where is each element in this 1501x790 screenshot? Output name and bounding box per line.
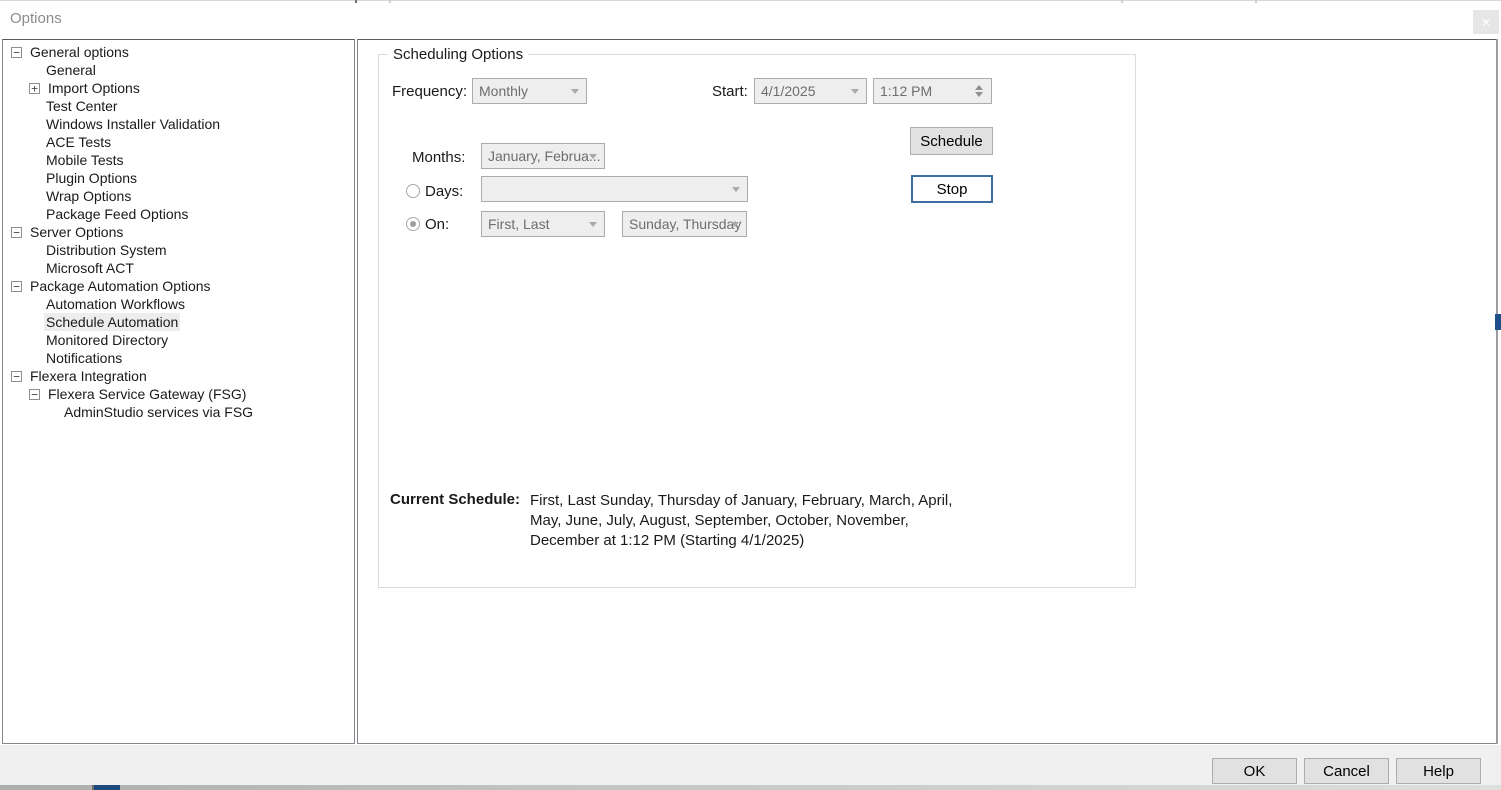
dialog-title: Options xyxy=(10,10,62,27)
current-schedule-line: May, June, July, August, September, Octo… xyxy=(530,511,952,531)
tree-item-ace-tests[interactable]: ACE Tests xyxy=(3,133,354,151)
start-time-spinner[interactable]: 1:12 PM xyxy=(873,78,992,104)
cancel-button[interactable]: Cancel xyxy=(1304,758,1389,784)
spinner-up-icon[interactable] xyxy=(975,85,983,90)
background-window-tick xyxy=(1121,0,1123,3)
start-label: Start: xyxy=(712,83,748,100)
frequency-label: Frequency: xyxy=(392,83,467,100)
schedule-button[interactable]: Schedule xyxy=(910,127,993,155)
months-dropdown[interactable]: January, Februa... xyxy=(481,143,605,169)
on-weekday-value: Sunday, Thursday xyxy=(629,216,741,232)
tree-item-adminstudio-services-via-fsg[interactable]: AdminStudio services via FSG xyxy=(3,403,354,421)
tree-item-mobile-tests[interactable]: Mobile Tests xyxy=(3,151,354,169)
collapse-icon[interactable]: − xyxy=(11,371,22,382)
months-label: Months: xyxy=(412,149,465,166)
options-tree: −General options General +Import Options… xyxy=(3,40,354,421)
close-icon[interactable]: × xyxy=(1473,10,1499,34)
chevron-down-icon xyxy=(732,187,740,192)
dialog-footer: OK Cancel Help xyxy=(0,745,1501,785)
tree-item-windows-installer-validation[interactable]: Windows Installer Validation xyxy=(3,115,354,133)
current-schedule-line: First, Last Sunday, Thursday of January,… xyxy=(530,491,952,511)
tree-item-wrap-options[interactable]: Wrap Options xyxy=(3,187,354,205)
tree-item-package-automation-options[interactable]: −Package Automation Options xyxy=(3,277,354,295)
on-label: On: xyxy=(425,216,449,233)
chevron-down-icon xyxy=(571,89,579,94)
frequency-value: Monthly xyxy=(479,83,528,99)
background-window-tick xyxy=(1255,0,1257,3)
current-schedule-label: Current Schedule: xyxy=(390,491,520,508)
stop-button[interactable]: Stop xyxy=(911,175,993,203)
collapse-icon[interactable]: − xyxy=(11,227,22,238)
chevron-down-icon xyxy=(851,89,859,94)
background-scrollbar-edge xyxy=(1496,39,1498,744)
tree-item-monitored-directory[interactable]: Monitored Directory xyxy=(3,331,354,349)
tree-item-flexera-service-gateway[interactable]: −Flexera Service Gateway (FSG) xyxy=(3,385,354,403)
on-radio[interactable] xyxy=(406,217,420,231)
days-radio[interactable] xyxy=(406,184,420,198)
scheduling-options-groupbox: Scheduling Options Frequency: Monthly St… xyxy=(378,54,1136,588)
tree-item-server-options[interactable]: −Server Options xyxy=(3,223,354,241)
months-value: January, Februa... xyxy=(488,148,601,164)
tree-item-plugin-options[interactable]: Plugin Options xyxy=(3,169,354,187)
collapse-icon[interactable]: − xyxy=(11,47,22,58)
frequency-dropdown[interactable]: Monthly xyxy=(472,78,587,104)
tree-item-test-center[interactable]: Test Center xyxy=(3,97,354,115)
on-week-value: First, Last xyxy=(488,216,549,232)
background-window-edge xyxy=(0,0,1501,1)
taskbar-accent-mark xyxy=(92,785,120,790)
collapse-icon[interactable]: − xyxy=(29,389,40,400)
tree-item-flexera-integration[interactable]: −Flexera Integration xyxy=(3,367,354,385)
tree-item-general-options[interactable]: −General options xyxy=(3,43,354,61)
ok-button[interactable]: OK xyxy=(1212,758,1297,784)
tree-item-distribution-system[interactable]: Distribution System xyxy=(3,241,354,259)
start-date-value: 4/1/2025 xyxy=(761,83,816,99)
days-dropdown[interactable] xyxy=(481,176,748,202)
collapse-icon[interactable]: − xyxy=(11,281,22,292)
chevron-down-icon xyxy=(731,222,739,227)
days-label: Days: xyxy=(425,183,463,200)
tree-item-schedule-automation[interactable]: Schedule Automation xyxy=(3,313,354,331)
tree-item-import-options[interactable]: +Import Options xyxy=(3,79,354,97)
current-schedule-text: First, Last Sunday, Thursday of January,… xyxy=(530,491,952,551)
expand-icon[interactable]: + xyxy=(29,83,40,94)
groupbox-title: Scheduling Options xyxy=(388,46,528,63)
tree-item-package-feed-options[interactable]: Package Feed Options xyxy=(3,205,354,223)
tree-item-microsoft-act[interactable]: Microsoft ACT xyxy=(3,259,354,277)
on-weekday-dropdown[interactable]: Sunday, Thursday xyxy=(622,211,747,237)
taskbar-edge xyxy=(0,785,1501,790)
background-window-tick xyxy=(389,0,391,3)
chevron-down-icon xyxy=(589,222,597,227)
help-button[interactable]: Help xyxy=(1396,758,1481,784)
tree-item-general[interactable]: General xyxy=(3,61,354,79)
chevron-down-icon xyxy=(589,154,597,159)
background-scrollbar-mark xyxy=(1495,314,1501,330)
tree-item-notifications[interactable]: Notifications xyxy=(3,349,354,367)
scheduling-options-panel: Scheduling Options Frequency: Monthly St… xyxy=(357,39,1497,744)
start-time-value: 1:12 PM xyxy=(880,83,932,99)
start-date-dropdown[interactable]: 4/1/2025 xyxy=(754,78,867,104)
options-category-tree-panel: −General options General +Import Options… xyxy=(2,39,355,744)
spinner-down-icon[interactable] xyxy=(975,92,983,97)
on-week-dropdown[interactable]: First, Last xyxy=(481,211,605,237)
tree-item-automation-workflows[interactable]: Automation Workflows xyxy=(3,295,354,313)
current-schedule-line: December at 1:12 PM (Starting 4/1/2025) xyxy=(530,531,952,551)
background-window-tick xyxy=(355,0,357,3)
